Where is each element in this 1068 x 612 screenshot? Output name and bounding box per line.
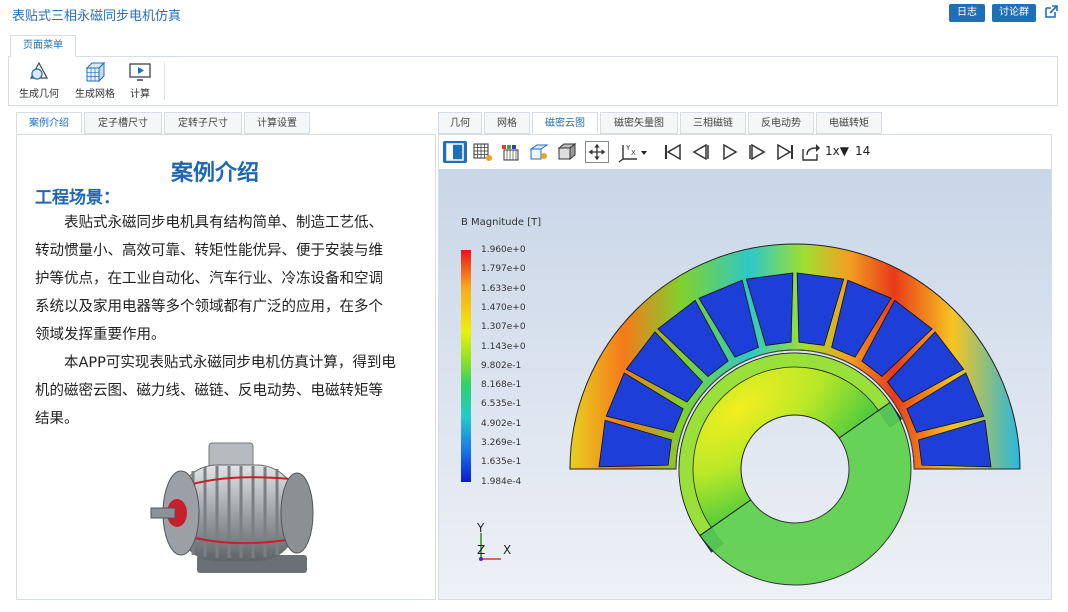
first-frame-icon[interactable]: [661, 141, 685, 163]
show-mesh-icon[interactable]: [471, 141, 495, 163]
last-frame-icon[interactable]: [773, 141, 797, 163]
next-frame-icon[interactable]: [745, 141, 769, 163]
tab-three-phase-flux-linkage[interactable]: 三相磁链: [680, 112, 746, 134]
intro-paragraph-2: 本APP可实现表贴式永磁同步电机仿真计算，得到电机的磁密云图、磁力线、磁链、反电…: [35, 355, 396, 427]
generate-mesh-button[interactable]: 生成网格: [69, 61, 121, 105]
tab-flux-density-vector[interactable]: 磁密矢量图: [600, 112, 678, 134]
compute-button[interactable]: 计算: [125, 61, 155, 105]
tab-geometry[interactable]: 几何: [438, 112, 482, 134]
flux-density-plot: [569, 243, 1021, 586]
export-icon[interactable]: [799, 141, 823, 163]
external-link-icon[interactable]: [1043, 4, 1059, 20]
axis-label-x: X: [503, 543, 512, 557]
result-viewer-panel: YX 1x▼ 14 B Magnitude [T] 1.960e+0 1.797…: [438, 134, 1052, 600]
case-intro-panel: 案例介绍 工程场景： 表贴式永磁同步电机具有结构简单、制造工艺低、转动惯量小、高…: [16, 134, 436, 600]
tab-mesh[interactable]: 网格: [484, 112, 530, 134]
playback-speed-select[interactable]: 1x▼: [825, 144, 849, 158]
generate-geometry-label: 生成几何: [19, 89, 59, 100]
layout-toggle-button[interactable]: [443, 141, 467, 163]
geometry-icon: [30, 61, 48, 80]
move-arrows-icon: [588, 143, 606, 161]
axis-triad-icon: [479, 533, 501, 561]
intro-paragraph-1: 表贴式永磁同步电机具有结构简单、制造工艺低、转动惯量小、高效可靠、转矩性能优异、…: [35, 215, 383, 343]
mesh-icon: [85, 61, 106, 83]
log-button[interactable]: 日志: [949, 4, 985, 22]
compute-label: 计算: [130, 89, 150, 100]
panel-layout-icon: [446, 143, 464, 161]
frame-number: 14: [855, 144, 871, 158]
colormap-icon[interactable]: [499, 141, 523, 163]
intro-subheading: 工程场景：: [35, 188, 120, 208]
view-cube-icon[interactable]: [555, 141, 579, 163]
tab-compute-settings[interactable]: 计算设置: [244, 112, 310, 134]
3d-viewport[interactable]: B Magnitude [T] 1.960e+0 1.797e+0 1.633e+0…: [439, 169, 1051, 599]
app-window: 表贴式三相永磁同步电机仿真 日志 讨论群 页面菜单 生成几何 生成网格 计算 案…: [0, 0, 1068, 612]
play-icon[interactable]: [717, 141, 741, 163]
discussion-group-button[interactable]: 讨论群: [992, 4, 1036, 22]
motor-image: [150, 442, 314, 573]
axis-label-y: Y: [477, 521, 485, 535]
tab-stator-slot-size[interactable]: 定子槽尺寸: [84, 112, 162, 134]
top-bar: 表贴式三相永磁同步电机仿真 日志 讨论群: [0, 0, 1068, 30]
app-title: 表贴式三相永磁同步电机仿真: [12, 9, 182, 24]
compute-icon: [129, 63, 151, 81]
axis-label-z: Z: [477, 543, 486, 557]
tab-electromagnetic-torque[interactable]: 电磁转矩: [816, 112, 882, 134]
ribbon-panel: 生成几何 生成网格 计算: [8, 56, 1058, 106]
generate-geometry-button[interactable]: 生成几何: [15, 61, 63, 105]
svg-text:X: X: [631, 149, 636, 157]
tab-case-intro[interactable]: 案例介绍: [16, 112, 82, 134]
ribbon-tab-page-menu[interactable]: 页面菜单: [10, 35, 76, 57]
tab-back-emf[interactable]: 反电动势: [748, 112, 814, 134]
fit-view-button[interactable]: [585, 141, 609, 163]
generate-mesh-label: 生成网格: [75, 89, 115, 100]
axis-orientation-icon[interactable]: YX: [617, 141, 649, 163]
ribbon-divider: [164, 62, 165, 100]
clip-plane-icon[interactable]: [527, 141, 551, 163]
tab-flux-density-contour[interactable]: 磁密云图: [532, 112, 598, 134]
viewer-toolbar: YX 1x▼ 14: [439, 135, 1051, 169]
tab-stator-rotor-size[interactable]: 定转子尺寸: [164, 112, 242, 134]
previous-frame-icon[interactable]: [689, 141, 713, 163]
